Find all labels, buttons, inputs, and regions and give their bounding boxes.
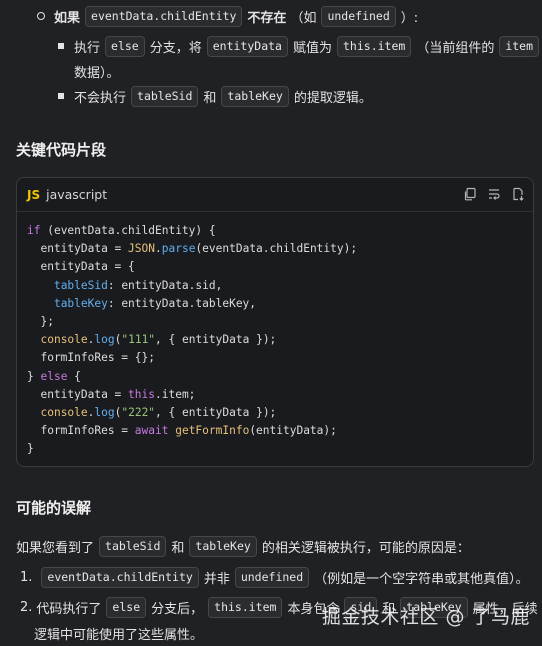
text-paren: （如: [290, 11, 317, 26]
code-header: JS javascript: [17, 178, 533, 212]
text-execute: 执行: [74, 41, 101, 56]
code-undefined: undefined: [234, 567, 310, 588]
text-not-exist: 不存在: [247, 11, 287, 26]
code-else: else: [106, 597, 147, 618]
text-assign: 赋值为: [292, 41, 332, 56]
text-code-executed: 代码执行了: [36, 602, 102, 617]
code-block: JS javascript if (eventData.childEntity)…: [16, 177, 534, 467]
code-item: item: [499, 36, 540, 57]
list-item-else-cont: 数据）。: [74, 62, 120, 81]
text-after-branch: 分支后，: [151, 602, 204, 617]
list-item-no-extract: 不会执行 tableSid 和 tableKey 的提取逻辑。: [74, 86, 372, 107]
text-extract-logic: 的提取逻辑。: [293, 91, 372, 106]
download-icon[interactable]: [511, 187, 525, 201]
js-icon: JS: [27, 187, 41, 202]
code-tableSid: tableSid: [131, 86, 199, 107]
text-and: 和: [203, 91, 217, 106]
bullet-hollow: [37, 12, 45, 20]
code-tableSid: tableSid: [99, 536, 167, 557]
bullet-square: [58, 43, 64, 49]
code-childEntity: eventData.childEntity: [41, 567, 199, 588]
text-not-execute: 不会执行: [74, 91, 127, 106]
text-reasons: 的相关逻辑被执行，可能的原因是：: [261, 541, 470, 556]
text-data: 数据）。: [74, 66, 120, 81]
wrap-icon[interactable]: [487, 187, 501, 201]
text-not: 并非: [203, 572, 230, 587]
code-undefined: undefined: [321, 6, 396, 27]
paragraph-reasons: 如果您看到了 tableSid 和 tableKey 的相关逻辑被执行，可能的原…: [16, 536, 470, 557]
ordered-item-1: 1. eventData.childEntity 并非 undefined （例…: [20, 567, 529, 588]
text-if: 如果: [54, 11, 81, 26]
section-title-misunderstanding: 可能的误解: [16, 499, 92, 517]
list-item-if-missing: 如果 eventData.childEntity 不存在 （如 undefine…: [54, 6, 418, 27]
code-language: javascript: [46, 187, 108, 202]
list-number: 1.: [20, 570, 33, 585]
bullet-square: [58, 93, 64, 99]
copy-icon[interactable]: [463, 187, 477, 201]
list-number: 2.: [20, 600, 33, 615]
text-current-component: （当前组件的: [416, 41, 495, 56]
text-example: （例如是一个空字符串或其他真值）。: [314, 572, 529, 587]
text-branch: 分支，将: [149, 41, 202, 56]
code-tableKey: tableKey: [189, 536, 257, 557]
code-tableKey: tableKey: [221, 86, 289, 107]
text-colon: ）:: [400, 11, 419, 26]
code-else: else: [105, 36, 145, 57]
code-this-item: this.item: [337, 36, 412, 57]
code-content: if (eventData.childEntity) { entityData …: [27, 224, 358, 456]
text-if-you-see: 如果您看到了: [16, 541, 95, 556]
code-this-item: this.item: [208, 597, 283, 618]
watermark: 掘金技术社区 @ 了马鹿: [321, 606, 530, 628]
text-later-logic: 逻辑中可能使用了这些属性。: [34, 628, 204, 643]
list-item-else-branch: 执行 else 分支，将 entityData 赋值为 this.item （当…: [74, 36, 542, 57]
section-title-key-code: 关键代码片段: [16, 141, 107, 159]
code-entityData: entityData: [206, 36, 288, 57]
code-childEntity: eventData.childEntity: [85, 6, 243, 27]
ordered-item-2-cont: 逻辑中可能使用了这些属性。: [34, 624, 203, 643]
text-and: 和: [171, 541, 185, 556]
